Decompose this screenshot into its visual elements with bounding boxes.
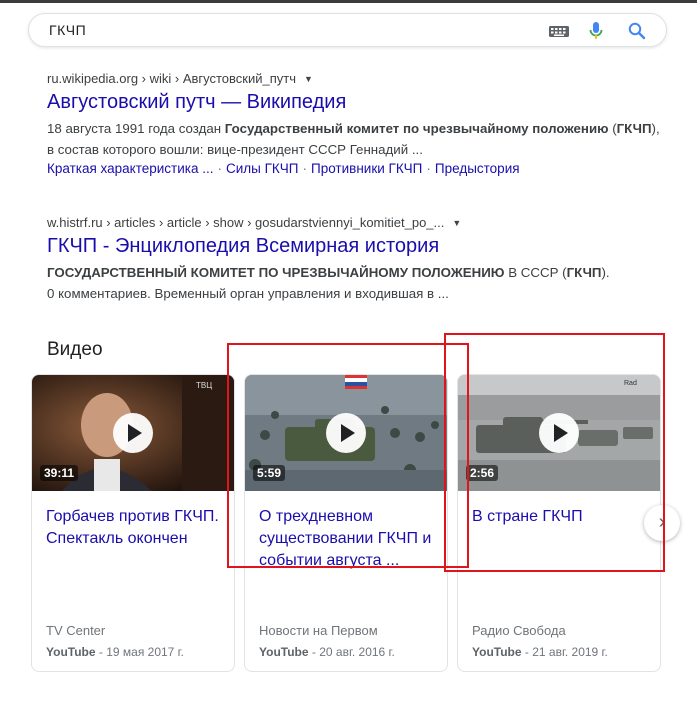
video-title[interactable]: Горбачев против ГКЧП. Спектакль окончен <box>46 506 226 550</box>
video-meta: YouTube - 19 мая 2017 г. <box>46 645 184 659</box>
video-source: Новости на Первом <box>259 623 378 638</box>
result-breadcrumb: ru.wikipedia.org › wiki › Августовский_п… <box>47 71 296 86</box>
play-icon[interactable] <box>113 413 153 453</box>
highlight-box <box>444 333 665 572</box>
video-meta: YouTube - 20 авг. 2016 г. <box>259 645 395 659</box>
videos-heading: Видео <box>47 339 103 360</box>
result-title-link[interactable]: Августовский путч — Википедия <box>47 91 667 114</box>
search-result: ru.wikipedia.org › wiki › Августовский_п… <box>47 71 667 176</box>
highlight-box <box>227 343 469 568</box>
sitelink[interactable]: Предыстория <box>435 161 520 176</box>
result-sitelinks: Краткая характеристика ... · Силы ГКЧП · Про… <box>47 161 520 176</box>
video-source: TV Center <box>46 623 106 638</box>
window-top-border <box>0 0 697 3</box>
video-card[interactable]: ТВЦ 39:11 Горбачев против ГКЧП. Спектакл… <box>31 374 235 672</box>
result-breadcrumb: w.histrf.ru › articles › article › show … <box>47 215 445 230</box>
dropdown-arrow-icon[interactable]: ▼ <box>304 74 313 84</box>
sitelink[interactable]: Силы ГКЧП <box>226 161 299 176</box>
result-snippet: ГОСУДАРСТВЕННЫЙ КОМИТЕТ ПО ЧРЕЗВЫЧАЙНОМУ… <box>47 265 610 301</box>
video-source: Радио Свобода <box>472 623 566 638</box>
microphone-icon[interactable] <box>585 21 607 41</box>
channel-logo: ТВЦ <box>196 381 212 390</box>
result-url: ru.wikipedia.org › wiki › Августовский_п… <box>47 71 667 86</box>
sitelink[interactable]: Противники ГКЧП <box>311 161 422 176</box>
search-icon[interactable] <box>626 21 648 41</box>
dropdown-arrow-icon[interactable]: ▼ <box>452 218 461 228</box>
next-section-heading-fragment <box>47 708 127 717</box>
search-input[interactable]: ГКЧП <box>49 22 86 38</box>
video-duration: 39:11 <box>40 465 79 481</box>
keyboard-icon[interactable] <box>548 21 570 41</box>
result-snippet: 18 августа 1991 года создан Государствен… <box>47 121 660 157</box>
video-thumbnail[interactable]: ТВЦ 39:11 <box>32 375 234 491</box>
search-result: w.histrf.ru › articles › article › show … <box>47 215 667 304</box>
search-box[interactable]: ГКЧП <box>28 13 667 47</box>
sitelink[interactable]: Краткая характеристика ... <box>47 161 214 176</box>
result-title-link[interactable]: ГКЧП - Энциклопедия Всемирная история <box>47 235 667 258</box>
video-meta: YouTube - 21 авг. 2019 г. <box>472 645 608 659</box>
result-url: w.histrf.ru › articles › article › show … <box>47 215 667 230</box>
